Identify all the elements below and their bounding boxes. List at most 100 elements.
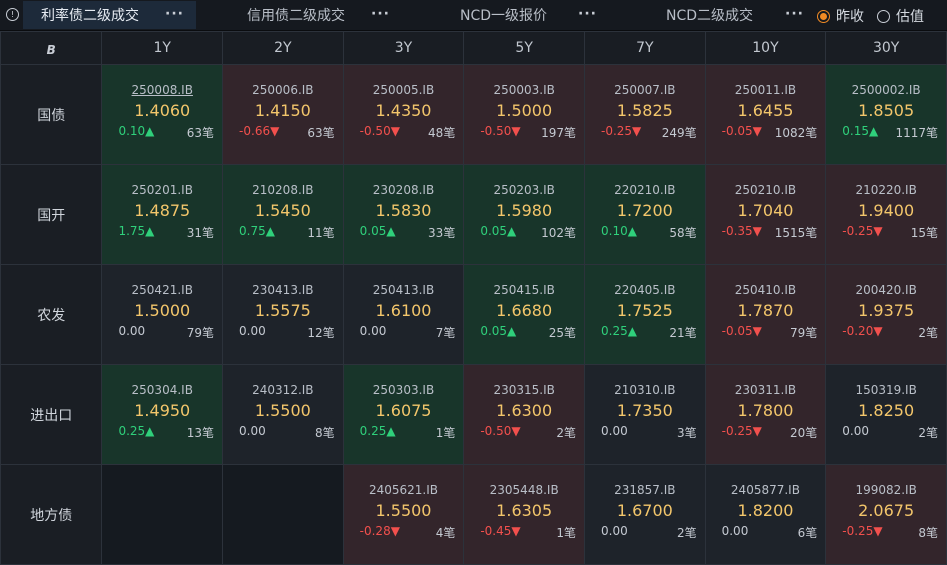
bond-cell[interactable]: 250203.IB 1.5980 0.05▲ 102笔 <box>463 164 585 265</box>
bond-cell[interactable]: 250303.IB 1.6075 0.25▲ 1笔 <box>342 364 465 465</box>
bond-cell[interactable]: 250005.IB 1.4350 -0.50▼ 48笔 <box>342 64 465 165</box>
bond-yield: 1.5575 <box>254 301 311 320</box>
yield-change: -0.25▼ <box>842 524 883 538</box>
bond-cell[interactable]: 231857.IB 1.6700 0.00 2笔 <box>584 464 706 565</box>
brand-logo-icon: B <box>46 42 56 57</box>
bond-cell[interactable]: 2405877.IB 1.8200 0.00 6笔 <box>704 464 827 565</box>
bond-cell[interactable]: 250415.IB 1.6680 0.05▲ 25笔 <box>463 264 585 365</box>
bond-cell[interactable]: 220405.IB 1.7525 0.25▲ 21笔 <box>584 264 706 365</box>
yield-change: 0.00 <box>601 424 628 438</box>
bond-yield: 1.8250 <box>858 401 915 420</box>
more-icon[interactable]: ··· <box>578 6 597 22</box>
trade-count: 79笔 <box>186 326 215 340</box>
yield-change: -0.35▼ <box>721 224 762 238</box>
trade-count: 11笔 <box>307 226 335 240</box>
bond-yield: 1.6455 <box>737 101 794 120</box>
bond-code[interactable]: 250008.IB <box>102 82 222 98</box>
tenor-header[interactable]: 10Y <box>704 31 827 65</box>
yield-matrix: B 1Y 2Y 3Y 5Y 7Y 10Y 30Y 国债 250008.IB 1.4060 0.10… <box>0 31 947 565</box>
empty-cell <box>222 464 344 565</box>
trade-count: 1117笔 <box>895 126 938 140</box>
bond-cell[interactable]: 250413.IB 1.6100 0.00 7笔 <box>342 264 465 365</box>
bond-code: 230208.IB <box>372 183 435 197</box>
trade-count: 2笔 <box>918 326 938 340</box>
bond-cell[interactable]: 199082.IB 2.0675 -0.25▼ 8笔 <box>825 464 947 565</box>
trade-count: 21笔 <box>669 326 697 340</box>
bond-yield: 1.7800 <box>737 401 794 420</box>
bond-cell[interactable]: 250008.IB 1.4060 0.10▲ 63笔 <box>101 64 224 165</box>
bond-cell[interactable]: 250201.IB 1.4875 1.75▲ 31笔 <box>101 164 224 265</box>
yield-change: -0.66▼ <box>239 124 280 138</box>
bond-yield: 1.4350 <box>375 101 432 120</box>
bond-cell[interactable]: 250011.IB 1.6455 -0.05▼ 1082笔 <box>704 64 827 165</box>
bond-cell[interactable]: 2500002.IB 1.8505 0.15▲ 1117笔 <box>825 64 947 165</box>
bond-code: 2305448.IB <box>489 483 559 497</box>
yield-change: 0.00 <box>601 524 628 538</box>
bond-cell[interactable]: 250003.IB 1.5000 -0.50▼ 197笔 <box>463 64 585 165</box>
bond-cell[interactable]: 200420.IB 1.9375 -0.20▼ 2笔 <box>825 264 947 365</box>
bond-cell[interactable]: 250304.IB 1.4950 0.25▲ 13笔 <box>101 364 224 465</box>
tenor-header[interactable]: 2Y <box>222 31 344 65</box>
more-icon[interactable]: ··· <box>165 6 184 22</box>
bond-cell[interactable]: 250007.IB 1.5825 -0.25▼ 249笔 <box>584 64 706 165</box>
bond-yield: 1.5500 <box>375 501 432 520</box>
bond-cell[interactable]: 230315.IB 1.6300 -0.50▼ 2笔 <box>463 364 585 465</box>
radio-valuation[interactable]: 估值 <box>877 6 924 26</box>
trade-count: 79笔 <box>790 326 818 340</box>
trade-count: 4笔 <box>435 526 456 540</box>
bond-code: 230311.IB <box>734 383 797 397</box>
table-row: 地方债 2405621.IB 1.5500 -0.28▼ 4笔 2305448.IB 1.6… <box>0 464 947 565</box>
yield-change: 0.00 <box>359 324 387 338</box>
trade-count: 249笔 <box>661 126 697 140</box>
yield-change: 0.25▲ <box>359 424 396 438</box>
more-icon[interactable]: ··· <box>785 6 804 22</box>
tab-ncd-primary-quote[interactable]: NCD一级报价 ··· <box>404 1 609 29</box>
bond-code: 2500002.IB <box>851 83 921 97</box>
yield-change: 1.75▲ <box>118 224 155 238</box>
bond-code: 2405621.IB <box>368 483 438 497</box>
tenor-header[interactable]: 5Y <box>463 31 585 65</box>
bond-cell[interactable]: 150319.IB 1.8250 0.00 2笔 <box>825 364 947 465</box>
row-header: 国债 <box>0 64 103 165</box>
yield-change: 0.75▲ <box>239 224 275 238</box>
tab-ncd-secondary[interactable]: NCD二级成交 ··· <box>611 1 816 29</box>
bond-cell[interactable]: 2405621.IB 1.5500 -0.28▼ 4笔 <box>342 464 465 565</box>
tenor-header[interactable]: 1Y <box>101 31 224 65</box>
radio-prev-close[interactable]: 昨收 <box>817 6 864 26</box>
bond-code: 250303.IB <box>372 383 435 397</box>
trade-count: 1笔 <box>435 426 456 440</box>
bond-cell[interactable]: 220210.IB 1.7200 0.10▲ 58笔 <box>584 164 706 265</box>
bond-cell[interactable]: 210310.IB 1.7350 0.00 3笔 <box>584 364 706 465</box>
more-icon[interactable]: ··· <box>371 6 390 22</box>
yield-change: -0.28▼ <box>359 524 400 538</box>
bond-cell[interactable]: 240312.IB 1.5500 0.00 8笔 <box>222 364 344 465</box>
bond-cell[interactable]: 250421.IB 1.5000 0.00 79笔 <box>101 264 224 365</box>
bond-code: 250006.IB <box>252 83 314 97</box>
bond-cell[interactable]: 210220.IB 1.9400 -0.25▼ 15笔 <box>825 164 947 265</box>
bond-cell[interactable]: 250006.IB 1.4150 -0.66▼ 63笔 <box>222 64 344 165</box>
tab-label: NCD二级成交 <box>666 8 754 24</box>
bond-code: 250011.IB <box>734 83 797 97</box>
info-icon[interactable]: ! <box>6 8 19 21</box>
radio-unselected-icon <box>877 9 890 23</box>
tab-credit-bond-secondary[interactable]: 信用债二级成交 ··· <box>197 1 402 29</box>
row-header: 国开 <box>0 164 103 265</box>
bond-yield: 1.9375 <box>858 301 915 320</box>
bond-cell[interactable]: 250410.IB 1.7870 -0.05▼ 79笔 <box>704 264 827 365</box>
bond-code: 250210.IB <box>734 183 797 197</box>
tenor-header[interactable]: 30Y <box>825 31 947 65</box>
table-row: 国债 250008.IB 1.4060 0.10▲ 63笔 250006.IB 1.4150… <box>0 64 947 165</box>
tab-rate-bond-secondary[interactable]: 利率债二级成交 ··· <box>23 1 196 29</box>
bond-cell[interactable]: 210208.IB 1.5450 0.75▲ 11笔 <box>222 164 344 265</box>
bond-yield: 1.5450 <box>254 201 311 220</box>
tenor-header[interactable]: 7Y <box>584 31 706 65</box>
bond-yield: 1.7040 <box>737 201 794 220</box>
bond-cell[interactable]: 250210.IB 1.7040 -0.35▼ 1515笔 <box>704 164 827 265</box>
bond-cell[interactable]: 2305448.IB 1.6305 -0.45▼ 1笔 <box>463 464 585 565</box>
bond-cell[interactable]: 230208.IB 1.5830 0.05▲ 33笔 <box>342 164 465 265</box>
bond-cell[interactable]: 230413.IB 1.5575 0.00 12笔 <box>222 264 344 365</box>
bond-code: 150319.IB <box>855 383 917 397</box>
bond-cell[interactable]: 230311.IB 1.7800 -0.25▼ 20笔 <box>704 364 827 465</box>
tenor-header[interactable]: 3Y <box>342 31 465 65</box>
trade-count: 63笔 <box>307 126 335 140</box>
